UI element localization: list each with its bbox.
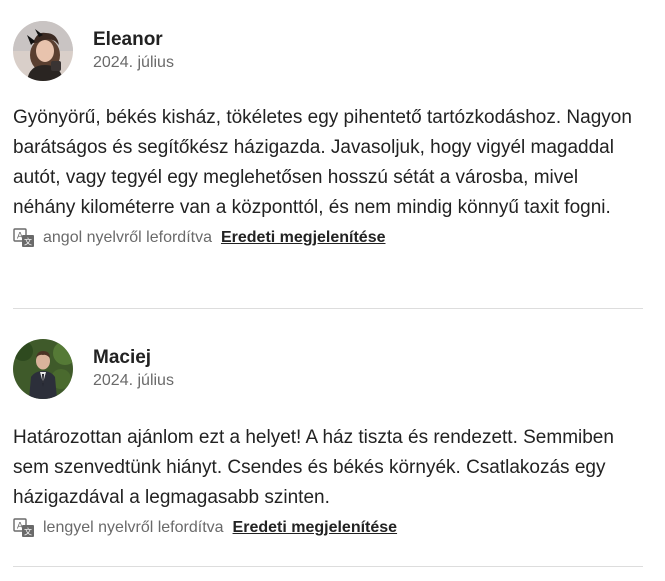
- show-original-link[interactable]: Eredeti megjelenítése: [221, 229, 386, 247]
- translation-row: A 文 angol nyelvről lefordítva Eredeti me…: [13, 225, 643, 251]
- user-photo-maciej-icon: [13, 339, 73, 399]
- reviewer-info: Maciej 2024. július: [93, 346, 174, 392]
- review-header: Maciej 2024. július: [13, 338, 643, 400]
- avatar[interactable]: [13, 21, 73, 81]
- review-date: 2024. július: [93, 54, 174, 71]
- translate-icon: A 文: [13, 228, 35, 248]
- translation-note: lengyel nyelvről lefordítva: [43, 519, 224, 536]
- translation-row: A 文 lengyel nyelvről lefordítva Eredeti …: [13, 515, 643, 541]
- review-item: Eleanor 2024. július Gyönyörű, békés kis…: [13, 20, 643, 251]
- reviewer-info: Eleanor 2024. július: [93, 28, 174, 74]
- reviewer-name: Eleanor: [93, 29, 163, 50]
- translate-icon: A 文: [13, 518, 35, 538]
- review-text: Gyönyörű, békés kisház, tökéletes egy pi…: [13, 107, 632, 218]
- review-date: 2024. július: [93, 372, 174, 389]
- review-item: Maciej 2024. július Határozottan ajánlom…: [13, 338, 643, 541]
- review-text: Határozottan ajánlom ezt a helyet! A ház…: [13, 427, 614, 508]
- translation-note: angol nyelvről lefordítva: [43, 229, 212, 246]
- divider: [13, 566, 643, 567]
- review-header: Eleanor 2024. július: [13, 20, 643, 82]
- show-original-link[interactable]: Eredeti megjelenítése: [233, 519, 398, 537]
- svg-text:文: 文: [24, 237, 32, 247]
- user-photo-eleanor-icon: [13, 21, 73, 81]
- svg-text:文: 文: [24, 527, 32, 537]
- reviewer-name: Maciej: [93, 347, 152, 368]
- divider: [13, 308, 643, 309]
- avatar[interactable]: [13, 339, 73, 399]
